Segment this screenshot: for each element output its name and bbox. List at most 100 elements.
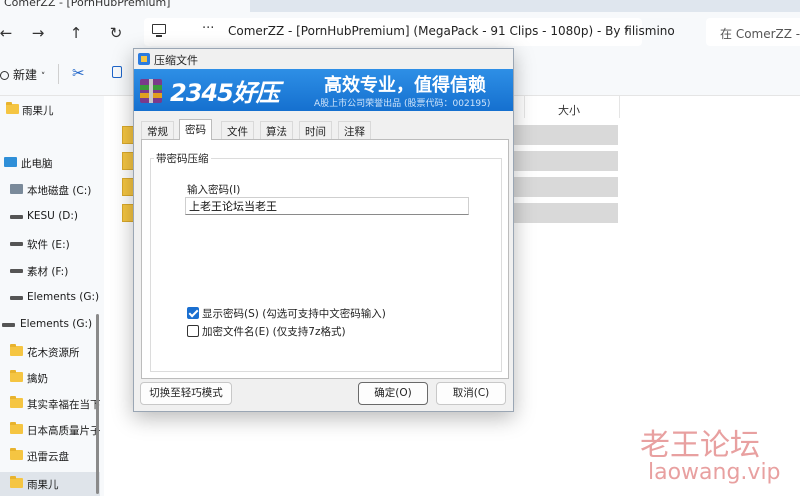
tab-general[interactable]: 常规 <box>141 121 174 139</box>
drive-icon <box>2 323 15 327</box>
sidebar-item-drive-f[interactable]: 素材 (F:) <box>0 261 100 281</box>
encrypt-filenames-label: 加密文件名(E) (仅支持7z格式) <box>202 326 346 338</box>
forward-icon[interactable]: → <box>28 23 48 43</box>
sidebar-item-xunlei[interactable]: 迅雷云盘 <box>0 446 100 466</box>
address-bar[interactable]: ··· ComerZZ - [PornHubPremium] (MegaPack… <box>144 18 675 46</box>
show-password-checkbox[interactable] <box>187 307 199 319</box>
sidebar-scrollbar[interactable] <box>96 314 99 494</box>
new-label: 新建 <box>13 68 38 82</box>
refresh-icon[interactable]: ↻ <box>106 23 126 43</box>
dialog-tabs: 常规 密码 文件 算法 时间 注释 <box>141 119 509 140</box>
drive-icon <box>10 215 23 219</box>
folder-icon <box>10 448 23 460</box>
sidebar-item-label: KESU (D:) <box>27 210 79 222</box>
column-divider <box>524 96 525 118</box>
sidebar-item-label: Elements (G:) <box>20 318 93 330</box>
encrypt-filenames-checkbox[interactable] <box>187 325 199 337</box>
explorer-tab[interactable]: ComerZZ - [PornHubPremium] <box>0 0 250 12</box>
address-path: ComerZZ - [PornHubPremium] (MegaPack - 9… <box>228 24 675 38</box>
sidebar-item-elements-g[interactable]: Elements (G:) <box>0 315 100 335</box>
table-row[interactable] <box>512 203 618 223</box>
local-disk-icon <box>10 184 23 194</box>
column-header-size[interactable]: 大小 <box>558 102 580 118</box>
compress-dialog: 压缩文件 2345好压 高效专业，值得信赖 A股上市公司荣誉出品 (股票代码：0… <box>133 48 514 412</box>
tab-comment[interactable]: 注释 <box>338 121 371 139</box>
cut-icon[interactable]: ✂ <box>72 64 85 82</box>
address-more-button[interactable]: ··· <box>202 21 214 36</box>
folder-icon <box>10 396 23 408</box>
sidebar-item-label: 雨果儿 <box>27 479 59 491</box>
ok-button[interactable]: 确定(O) <box>358 382 428 405</box>
sidebar-item-this-pc[interactable]: 此电脑 <box>0 153 100 173</box>
sidebar-item-xingfu[interactable]: 其实幸福在当下 <box>0 394 101 414</box>
sidebar-item-drive-c[interactable]: 本地磁盘 (C:) <box>0 180 100 200</box>
navigation-pane: 雨果儿 此电脑 本地磁盘 (C:) KESU (D:) 软件 (E:) 素材 (… <box>0 96 104 496</box>
sidebar-item-label: 擒奶 <box>27 373 48 385</box>
sidebar-item-label: 本地磁盘 (C:) <box>27 185 92 197</box>
copy-icon[interactable] <box>112 66 122 78</box>
banner-slogan: 高效专业，值得信赖 <box>324 75 486 96</box>
archive-logo-icon <box>140 73 162 103</box>
dialog-title: 压缩文件 <box>154 54 198 67</box>
tab-algorithm[interactable]: 算法 <box>260 121 293 139</box>
sidebar-item-riben[interactable]: 日本高质量片子 <box>0 420 101 440</box>
search-input[interactable]: 在 ComerZZ - [P <box>706 18 800 46</box>
folder-icon <box>10 476 23 488</box>
back-icon[interactable]: ← <box>0 23 16 43</box>
drive-icon <box>10 269 23 273</box>
banner-subtitle: A股上市公司荣誉出品 (股票代码：002195) <box>314 99 491 109</box>
navigation-bar: ← → ↑ ↻ ··· ComerZZ - [PornHubPremium] (… <box>0 12 800 52</box>
sidebar-item-label: Elements (G:) <box>27 291 100 303</box>
explorer-tabstrip: ComerZZ - [PornHubPremium] <box>0 0 800 12</box>
drive-icon <box>10 296 23 300</box>
sidebar-item-label: 素材 (F:) <box>27 266 69 278</box>
brand-banner: 2345好压 高效专业，值得信赖 A股上市公司荣誉出品 (股票代码：002195… <box>134 69 513 111</box>
sidebar-item-label: 日本高质量片子 <box>27 425 101 437</box>
folder-icon <box>10 422 23 434</box>
password-group-title: 带密码压缩 <box>154 151 211 166</box>
toolbar-divider <box>58 64 59 84</box>
sidebar-item-drive-e[interactable]: 软件 (E:) <box>0 234 100 254</box>
column-divider <box>619 96 620 118</box>
tab-files[interactable]: 文件 <box>221 121 254 139</box>
cancel-button[interactable]: 取消(C) <box>436 382 506 405</box>
drive-icon <box>10 242 23 246</box>
folder-icon <box>6 102 19 114</box>
tab-time[interactable]: 时间 <box>299 121 332 139</box>
banner-brand: 2345好压 <box>170 79 280 107</box>
show-password-label: 显示密码(S) (勾选可支持中文密码输入) <box>202 308 386 320</box>
monitor-icon <box>152 24 166 37</box>
computer-icon <box>4 157 17 167</box>
sidebar-item-label: 此电脑 <box>21 158 53 170</box>
password-tab-panel: 带密码压缩 输入密码(I) 显示密码(S) (勾选可支持中文密码输入) 加密文件… <box>141 139 509 379</box>
folder-icon <box>10 370 23 382</box>
sidebar-item-label: 其实幸福在当下 <box>27 399 101 411</box>
up-icon[interactable]: ↑ <box>66 23 86 43</box>
folder-icon <box>10 344 23 356</box>
sidebar-item-drive-g[interactable]: Elements (G:) <box>0 288 100 308</box>
tab-password[interactable]: 密码 <box>179 119 212 140</box>
password-input[interactable] <box>185 197 469 215</box>
watermark-title: 老王论坛 <box>640 428 760 463</box>
sidebar-item-label: 软件 (E:) <box>27 239 70 251</box>
sidebar-item-label: 雨果儿 <box>22 105 54 117</box>
archive-app-icon <box>138 53 150 65</box>
table-row[interactable] <box>512 125 618 145</box>
watermark-url: laowang.vip <box>648 460 781 485</box>
chevron-down-icon: ˅ <box>40 72 46 82</box>
new-icon <box>0 71 9 80</box>
table-row[interactable] <box>512 177 618 197</box>
sidebar-item-label: 花木资源所 <box>27 347 80 359</box>
sidebar-item-huamu[interactable]: 花木资源所 <box>0 342 100 362</box>
sidebar-item-yuguoer[interactable]: 雨果儿 <box>0 100 100 120</box>
sidebar-item-drive-d[interactable]: KESU (D:) <box>0 207 100 227</box>
password-label: 输入密码(I) <box>187 184 241 196</box>
table-row[interactable] <box>512 151 618 171</box>
sidebar-item-label: 迅雷云盘 <box>27 451 69 463</box>
chevron-right-icon[interactable]: › <box>624 23 629 38</box>
dialog-titlebar[interactable]: 压缩文件 <box>134 49 513 69</box>
sidebar-item-yuguoer-active[interactable]: 雨果儿 <box>0 472 100 496</box>
switch-mode-button[interactable]: 切换至轻巧模式 <box>140 382 232 405</box>
sidebar-item-qinnai[interactable]: 擒奶 <box>0 368 100 388</box>
new-button[interactable]: 新建 ˅ <box>0 66 45 83</box>
